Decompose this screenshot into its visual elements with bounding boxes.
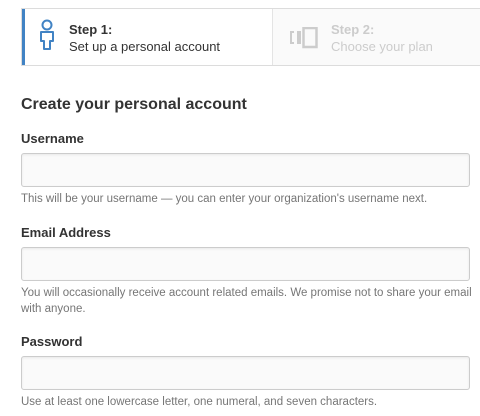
password-label: Password	[21, 334, 83, 349]
step-1-title: Step 1:	[69, 22, 113, 37]
username-hint: This will be your username — you can ent…	[21, 193, 428, 205]
email-hint: You will occasionally receive account re…	[21, 287, 472, 315]
step-2: Step 2: Choose your plan	[272, 9, 480, 65]
plan-icon	[289, 26, 319, 54]
username-input[interactable]	[21, 153, 470, 187]
email-input[interactable]	[21, 247, 470, 281]
step-1-text: Step 1: Set up a personal account	[69, 21, 220, 56]
step-1: Step 1: Set up a personal account	[22, 9, 272, 65]
email-label: Email Address	[21, 225, 111, 240]
person-icon	[37, 19, 57, 56]
step-2-subtitle: Choose your plan	[331, 39, 433, 54]
password-input[interactable]	[21, 356, 470, 390]
step-2-title: Step 2:	[331, 22, 375, 37]
step-2-text: Step 2: Choose your plan	[331, 21, 433, 56]
step-1-subtitle: Set up a personal account	[69, 39, 221, 54]
username-label: Username	[21, 131, 84, 146]
form-heading: Create your personal account	[21, 96, 247, 113]
signup-steps: Step 1: Set up a personal account Step 2…	[21, 8, 480, 66]
password-hint: Use at least one lowercase letter, one n…	[21, 396, 378, 408]
